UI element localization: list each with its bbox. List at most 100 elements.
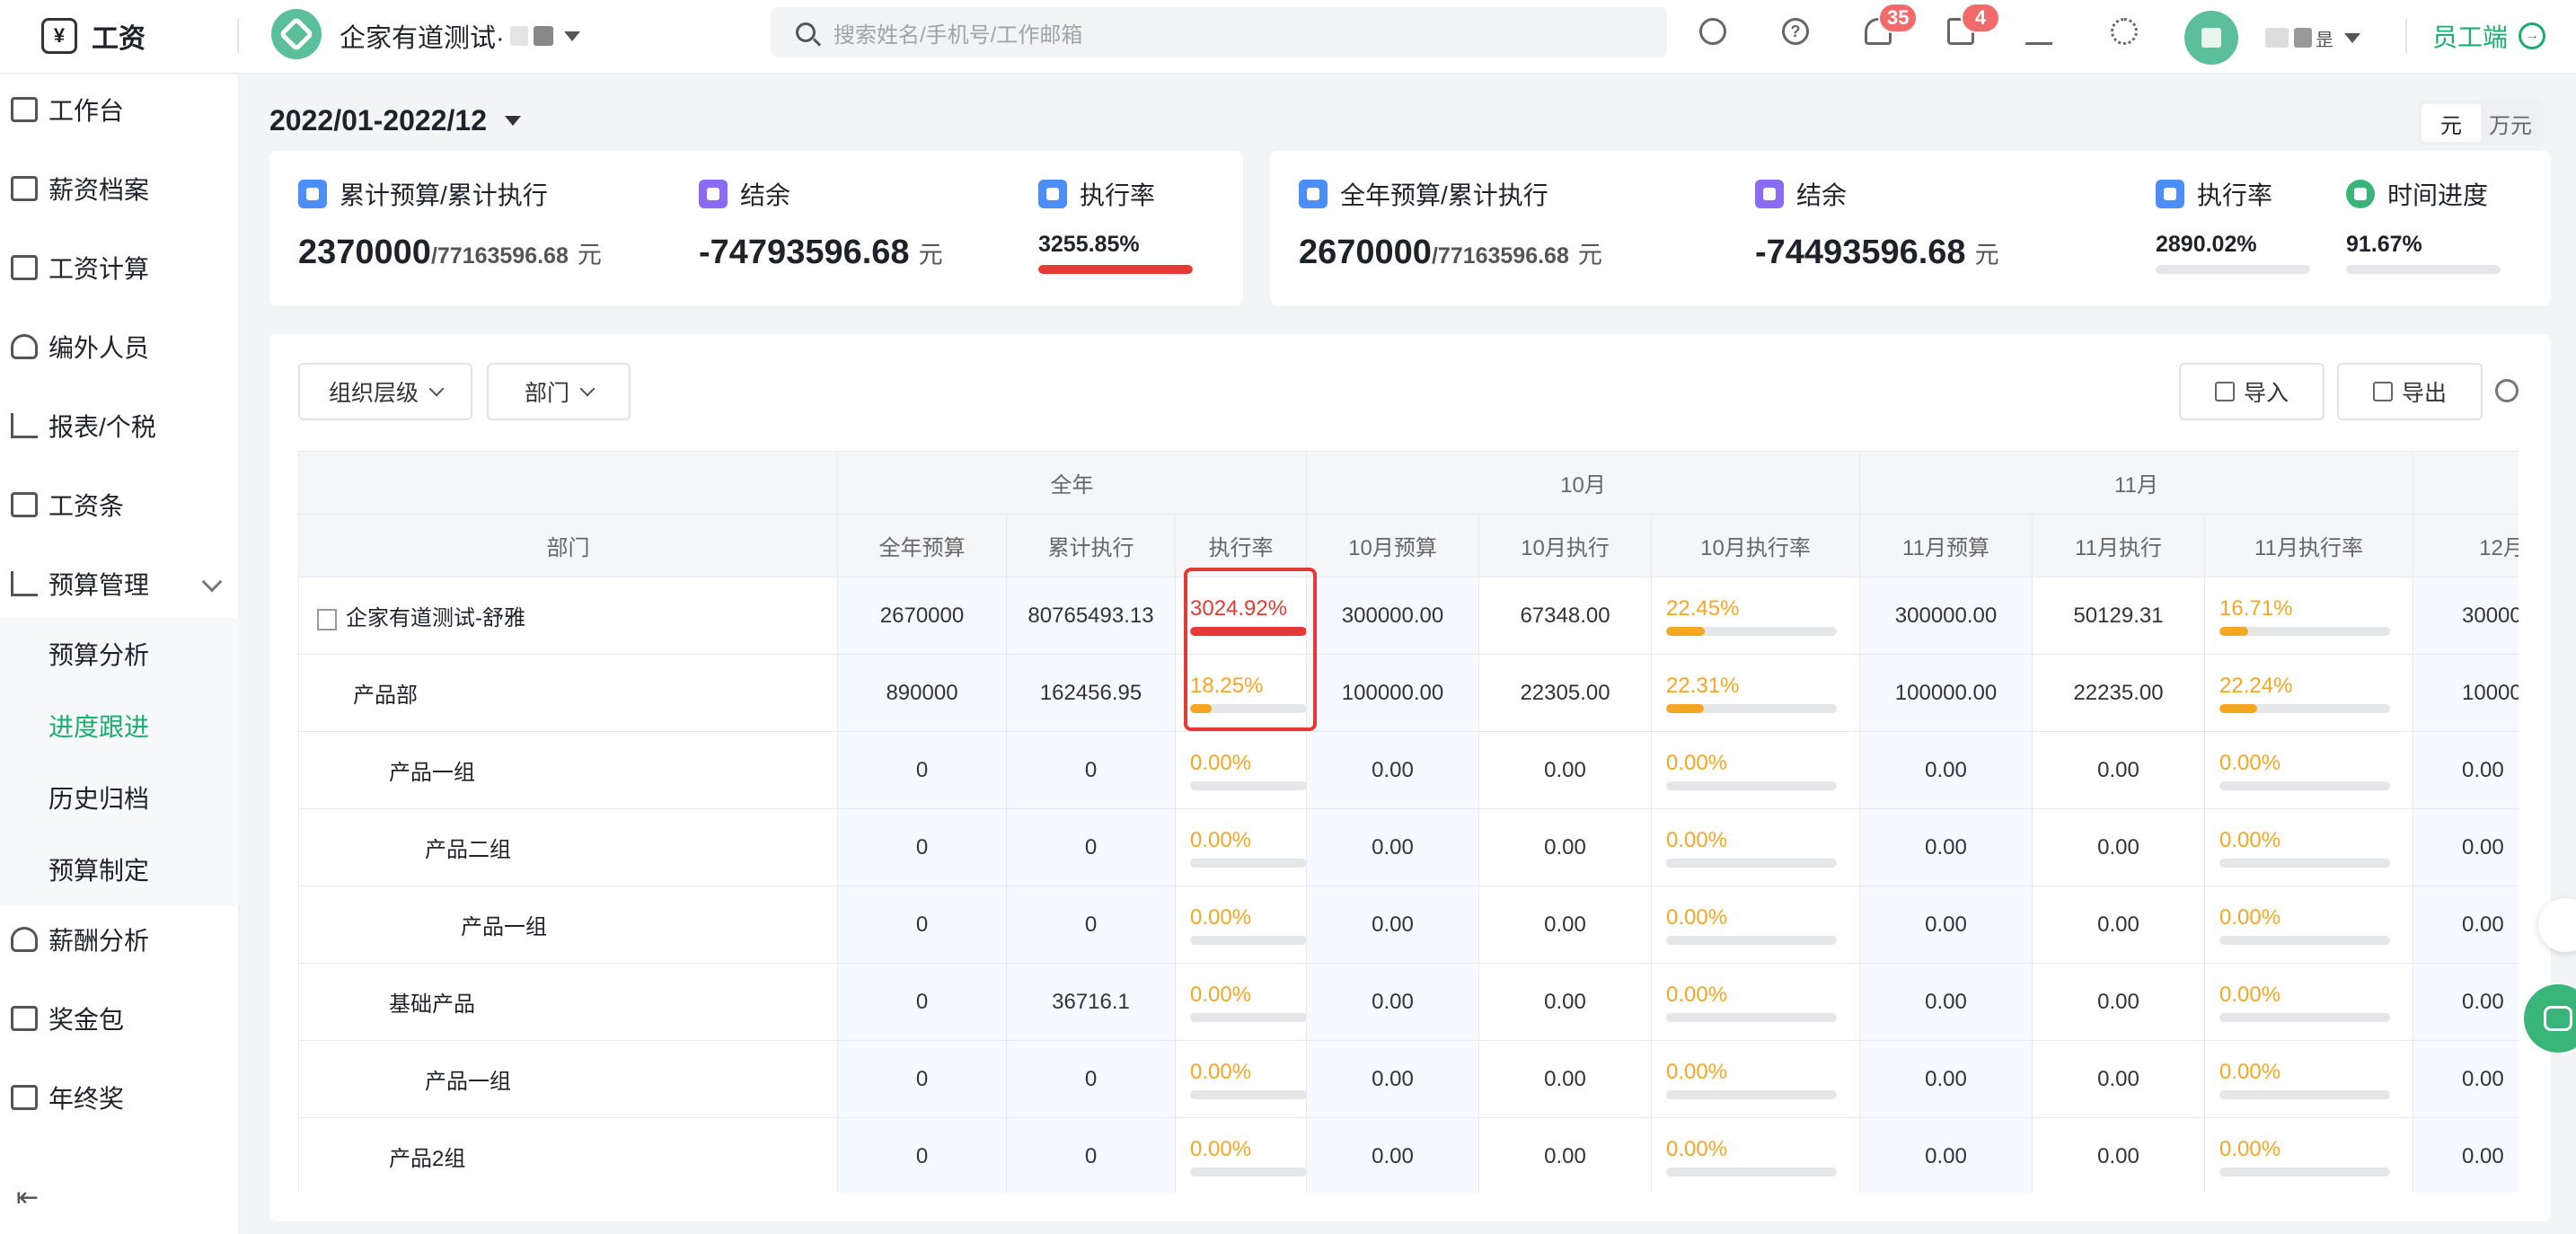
rate-bar [2219,858,2391,868]
rate-cell: 0.00% [2204,808,2414,886]
progress-bar [2346,265,2501,274]
sidebar-item-3[interactable]: 编外人员 [0,314,239,379]
sidebar-item-1[interactable]: 薪资档案 [0,156,239,221]
sidebar-item-4[interactable]: 报表/个税 [0,393,239,458]
user-badge-icon [1299,180,1328,208]
table-row[interactable]: 企家有道测试-舒雅 2670000 80765493.13 3024.92% 30000… [298,577,2519,655]
bell-icon[interactable]: 35 [1865,3,1919,45]
nov-exec-cell: 50129.31 [2032,577,2206,655]
sidebar-item-2[interactable]: 工资计算 [0,235,239,300]
sidebar-item-6[interactable]: 预算管理 [0,551,239,616]
masked-text [533,26,553,46]
user-menu[interactable]: 昰 [2260,22,2360,54]
gear-icon[interactable] [2495,379,2519,402]
dept-cell[interactable]: 产品一组 [298,731,838,809]
oct-exec-cell: 0.00 [1478,1040,1653,1118]
sidebar-subitem-2[interactable]: 历史归档 [0,762,239,833]
header-group-dec [2413,451,2519,515]
import-button[interactable]: 导入 [2179,363,2325,420]
rate-value: 16.71% [2219,595,2293,621]
filter-label: 组织层级 [328,381,419,406]
org-level-filter[interactable]: 组织层级 [298,363,472,420]
mail-icon[interactable]: 4 [1947,3,2000,45]
rate-value: 0.00% [1666,1059,1728,1084]
search-input[interactable]: 搜索姓名/手机号/工作邮箱 [834,17,1082,48]
date-range-picker[interactable]: 2022/01-2022/12 [269,104,521,137]
notification-badge: 35 [1878,3,1919,33]
dept-cell[interactable]: 企家有道测试-舒雅 [298,577,838,655]
table-row[interactable]: 产品一组 0 0 0.00% 0.00 0.00 0.00% 0.00 0.00 0.00% 0.0… [298,731,2519,809]
user-circle-icon[interactable] [1699,18,1726,45]
sidebar-subitem-0[interactable]: 预算分析 [0,618,239,690]
sidebar-item2-0[interactable]: 薪酬分析 [0,907,239,972]
nov-budget-cell: 300000.00 [1859,577,2033,655]
sidebar-item2-2[interactable]: 年终奖 [0,1065,239,1130]
stat-label: 全年预算/累计执行 [1340,181,1548,209]
unit-yuan-option[interactable]: 元 [2422,104,2481,142]
table-row[interactable]: 产品部 890000 162456.95 18.25% 100000.00 22305.0… [298,654,2519,732]
year-budget-cell: 890000 [837,654,1007,732]
unit-wan-option[interactable]: 万元 [2481,104,2540,142]
rate-cell: 0.00% [1174,808,1308,886]
employee-portal-link[interactable]: 员工端 → [2432,16,2546,56]
table-row[interactable]: 产品2组 0 0 0.00% 0.00 0.00 0.00% 0.00 0.00 0.00% 0.0… [298,1117,2519,1193]
rate-cell: 0.00% [1651,886,1861,964]
year-exec-cell: 0 [1006,731,1176,809]
rate-value: 0.00% [2219,982,2281,1007]
rate-bar [1666,858,1838,868]
year-budget-cell: 0 [837,731,1007,809]
oct-budget-cell: 0.00 [1306,963,1480,1041]
rate-value: 0.00% [2219,827,2281,852]
rate-cell: 0.00% [1174,1117,1308,1193]
nov-exec-cell: 0.00 [2032,808,2206,886]
divider [2405,18,2407,54]
sidebar-subitem-1[interactable]: 进度跟进 [0,690,239,762]
rate-cell: 3024.92% [1174,577,1308,655]
dept-cell[interactable]: 产品一组 [298,886,838,964]
year-exec-cell: 0 [1006,1117,1176,1193]
rate-value: 0.00% [1190,1059,1252,1084]
avatar[interactable] [2184,11,2238,65]
export-button[interactable]: 导出 [2337,363,2483,420]
dept-name: 产品一组 [461,915,547,939]
sidebar-subitem-label: 预算分析 [49,641,150,669]
sidebar-item-label: 奖金包 [49,1006,125,1034]
sidebar-item-5[interactable]: 工资条 [0,472,239,537]
column-header: 部门 [298,514,838,577]
chevron-down-icon [2344,32,2360,43]
dept-cell[interactable]: 产品部 [298,654,838,732]
sidebar-subitem-3[interactable]: 预算制定 [0,833,239,905]
dept-cell[interactable]: 基础产品 [298,963,838,1041]
rate-bar [2219,1012,2391,1022]
search-icon [796,22,816,42]
dec-budget-cell: 0.00 [2413,1117,2519,1193]
dept-cell[interactable]: 产品2组 [298,1117,838,1193]
collapse-sidebar-icon[interactable]: ⇤ [16,1182,39,1213]
masked-text [2265,28,2289,48]
sidebar-item2-1[interactable]: 奖金包 [0,986,239,1051]
rate-bar [1190,1089,1306,1099]
table-row[interactable]: 基础产品 0 36716.1 0.00% 0.00 0.00 0.00% 0.00 0.00 0.… [298,963,2519,1041]
year-budget-cell: 0 [837,808,1007,886]
rate-bar [1190,626,1306,636]
dept-cell[interactable]: 产品二组 [298,808,838,886]
column-header: 10月执行率 [1651,514,1861,577]
rate-value: 0.00% [1666,982,1728,1007]
sidebar-item-label: 报表/个税 [49,413,156,441]
stat-label: 执行率 [2197,181,2273,209]
company-switcher[interactable]: 企家有道测试· [340,16,580,56]
table-row[interactable]: 产品一组 0 0 0.00% 0.00 0.00 0.00% 0.00 0.00 0.00% 0.0… [298,1040,2519,1118]
rate-value: 0.00% [1190,827,1252,852]
table-row[interactable]: 产品二组 0 0 0.00% 0.00 0.00 0.00% 0.00 0.00 0.00% 0.0… [298,808,2519,886]
dept-cell[interactable]: 产品一组 [298,1040,838,1118]
nov-exec-cell: 0.00 [2032,731,2206,809]
year-exec-cell: 0 [1006,1040,1176,1118]
gear-icon[interactable] [2111,18,2138,45]
search-box[interactable]: 搜索姓名/手机号/工作邮箱 [771,7,1667,57]
edit-icon[interactable] [2025,18,2062,45]
table-row[interactable]: 产品一组 0 0 0.00% 0.00 0.00 0.00% 0.00 0.00 0.00% 0.0… [298,886,2519,964]
department-filter[interactable]: 部门 [487,363,631,420]
help-icon[interactable]: ? [1782,18,1809,45]
sidebar-item-0[interactable]: 工作台 [0,77,239,142]
rate-cell: 0.00% [1174,886,1308,964]
